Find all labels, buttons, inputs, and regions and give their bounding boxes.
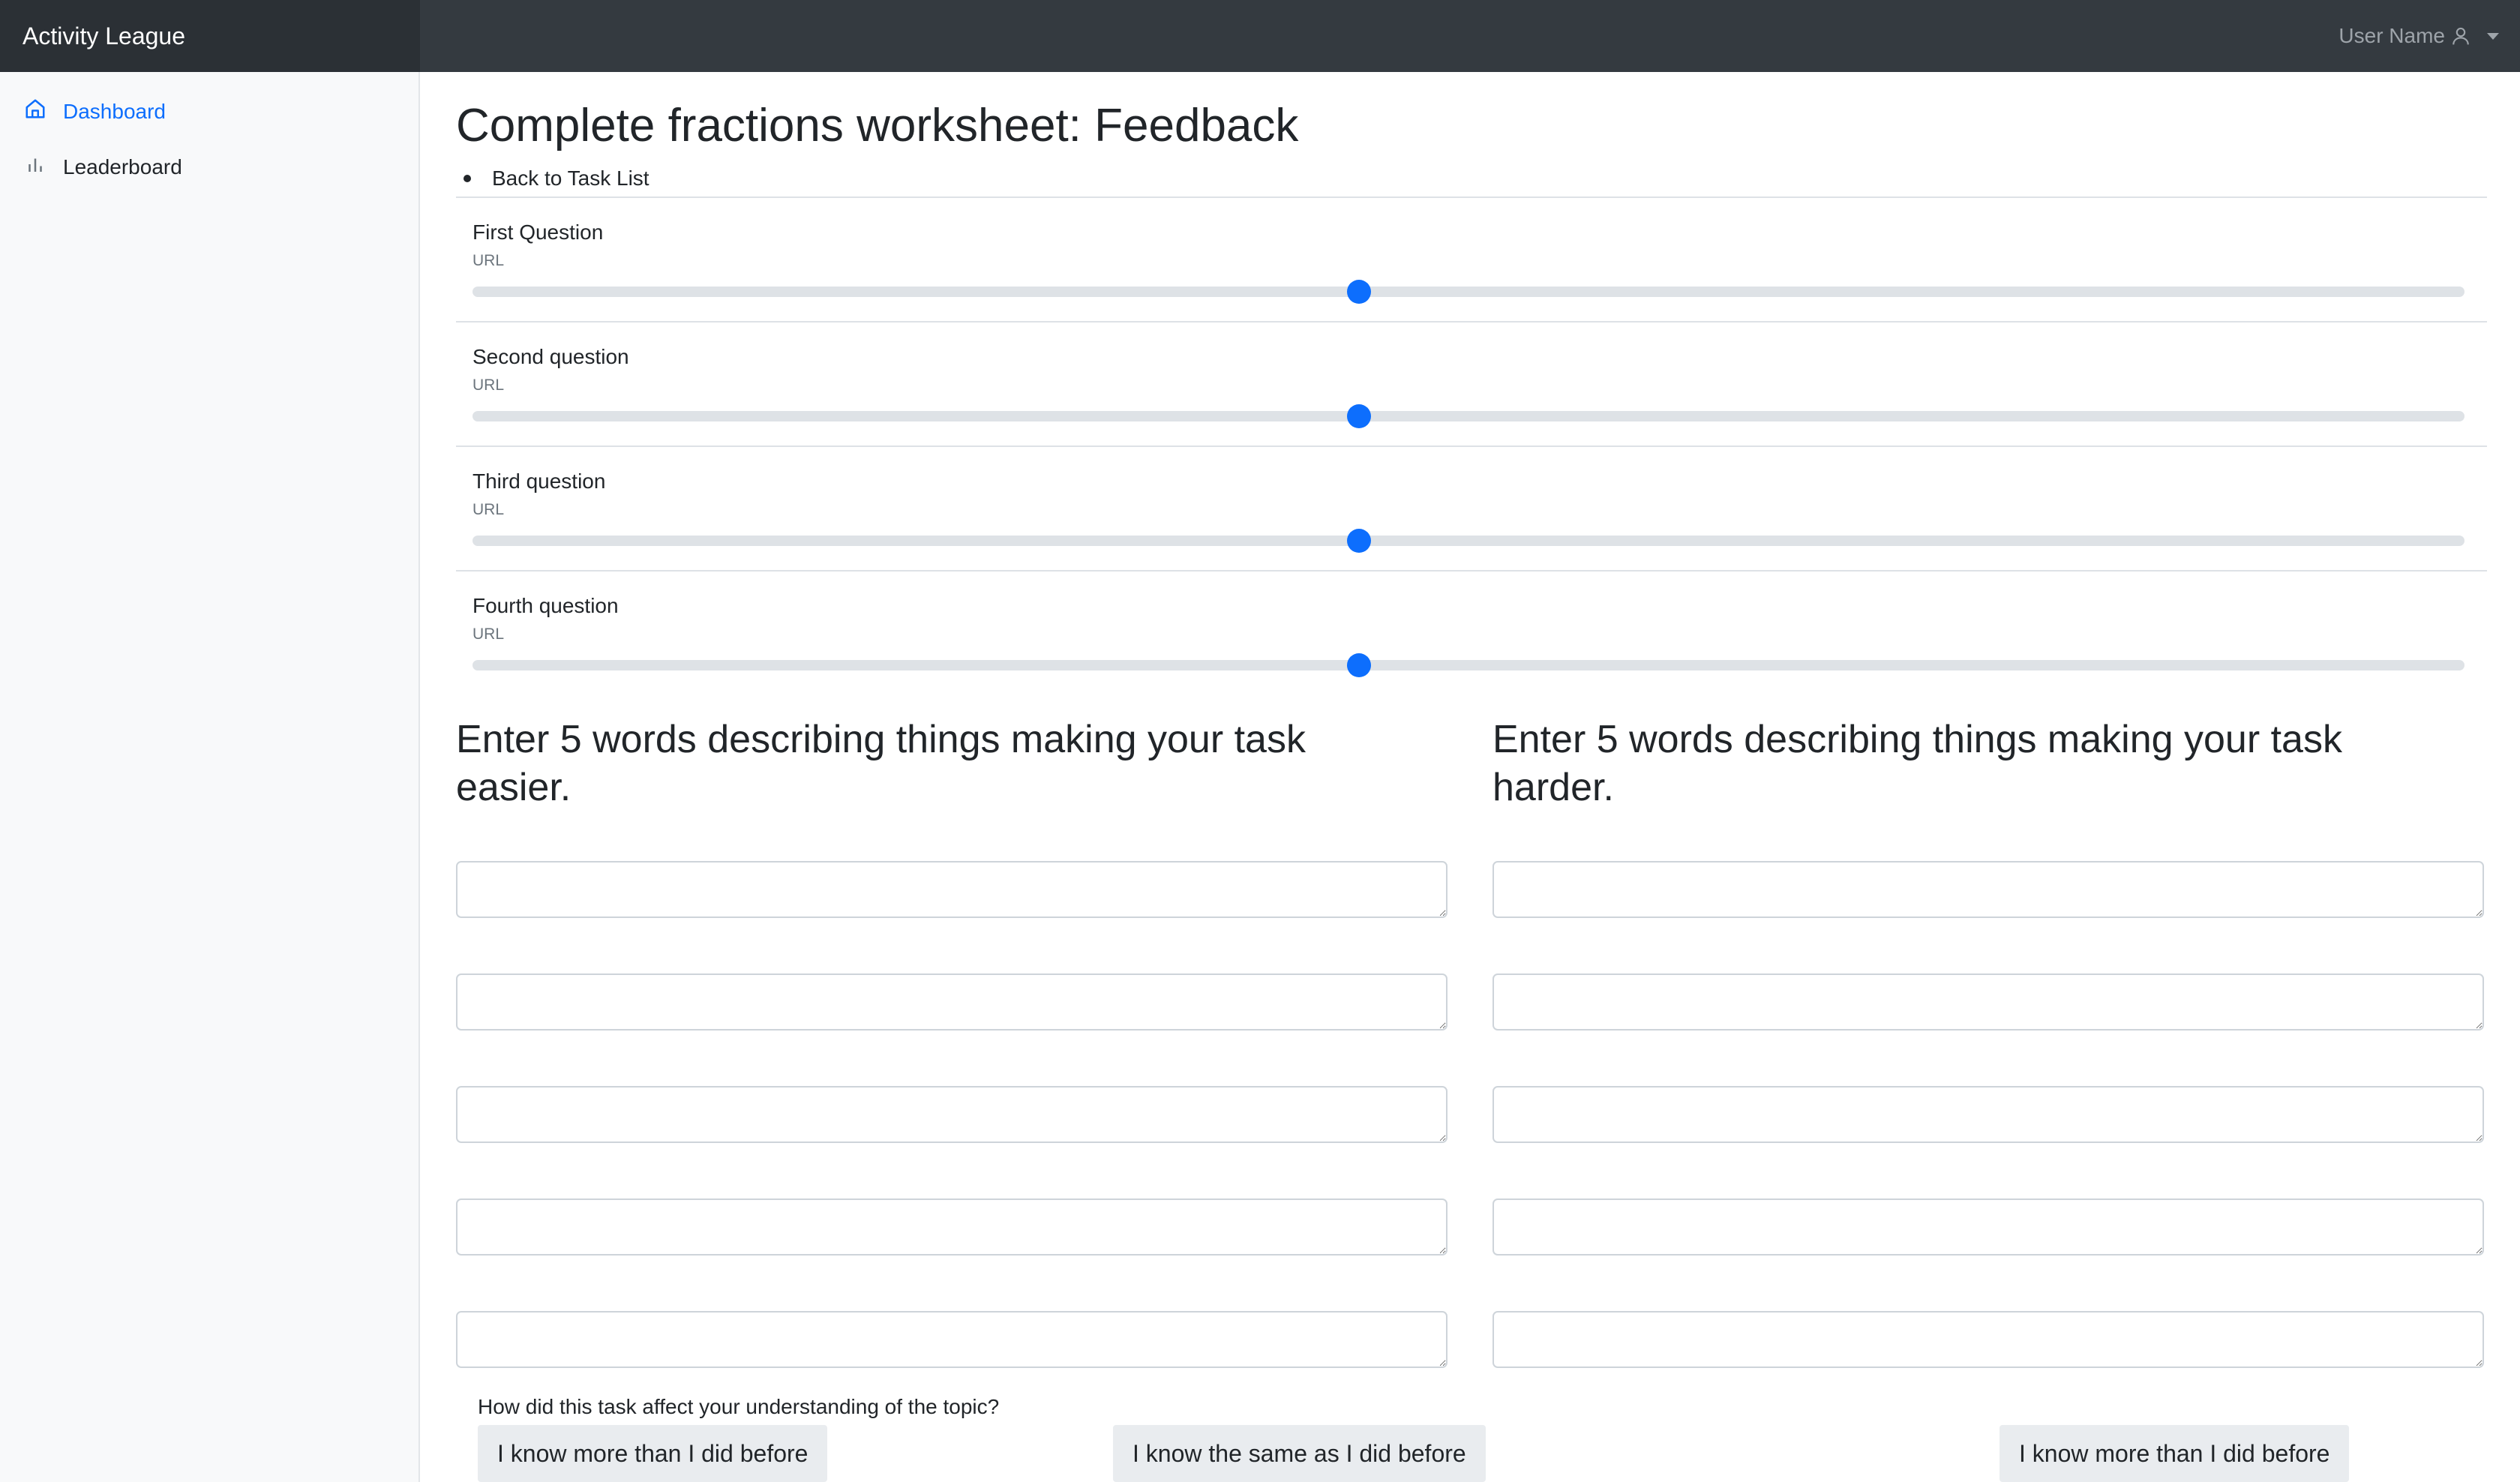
question-label: Fourth question — [472, 594, 619, 617]
house-icon — [24, 98, 46, 125]
slider-thumb[interactable] — [1346, 404, 1371, 428]
harder-word-input-2[interactable] — [1492, 974, 2484, 1030]
sidebar-item-label: Leaderboard — [63, 154, 182, 178]
sidebar-item-label: Dashboard — [63, 99, 166, 123]
question-label: Second question — [472, 345, 629, 368]
main-content: Complete fractions worksheet: Feedback B… — [422, 72, 2520, 1482]
harder-word-input-4[interactable] — [1492, 1198, 2484, 1256]
easier-word-input-5[interactable] — [456, 1311, 1448, 1368]
question-sublabel: URL — [472, 501, 505, 518]
slider-thumb[interactable] — [1346, 280, 1371, 304]
bullet-icon — [464, 175, 471, 182]
question-slider[interactable] — [472, 280, 2464, 304]
brand-link[interactable]: Activity League — [22, 22, 185, 50]
easier-word-input-2[interactable] — [456, 974, 1448, 1030]
question-fourth: Fourth question URL — [456, 570, 2487, 694]
sidebar-item-dashboard[interactable]: Dashboard — [24, 98, 166, 125]
bar-chart-icon — [24, 153, 46, 181]
back-to-task-list-link[interactable]: Back to Task List — [492, 166, 650, 190]
question-second: Second question URL — [456, 321, 2487, 446]
know-more-button-right[interactable]: I know more than I did before — [2000, 1425, 2350, 1482]
question-slider[interactable] — [472, 529, 2464, 553]
page-title: Complete fractions worksheet: Feedback — [456, 100, 1299, 152]
easier-word-input-1[interactable] — [456, 861, 1448, 918]
harder-word-input-5[interactable] — [1492, 1311, 2484, 1368]
question-label: First Question — [472, 220, 604, 244]
harder-word-input-1[interactable] — [1492, 861, 2484, 918]
top-navbar: Activity League User Name — [0, 0, 2520, 72]
know-same-button[interactable]: I know the same as I did before — [1113, 1425, 1486, 1482]
slider-thumb[interactable] — [1346, 529, 1371, 553]
question-label: Third question — [472, 470, 606, 493]
sidebar-item-leaderboard[interactable]: Leaderboard — [24, 153, 182, 181]
question-slider[interactable] — [472, 653, 2464, 677]
person-icon — [2451, 26, 2470, 46]
understanding-prompt: How did this task affect your understand… — [478, 1395, 1000, 1418]
question-slider[interactable] — [472, 404, 2464, 428]
question-sublabel: URL — [472, 252, 505, 269]
question-first: First Question URL — [456, 196, 2487, 321]
question-sublabel: URL — [472, 376, 505, 394]
chevron-down-icon — [2487, 32, 2499, 40]
brand-area: Activity League — [0, 0, 420, 72]
easier-word-input-3[interactable] — [456, 1086, 1448, 1143]
user-name: User Name — [2338, 24, 2445, 47]
user-menu-dropdown[interactable]: User Name — [2338, 0, 2499, 72]
know-more-button[interactable]: I know more than I did before — [478, 1425, 828, 1482]
harder-word-input-3[interactable] — [1492, 1086, 2484, 1143]
question-sublabel: URL — [472, 626, 505, 643]
easier-word-input-4[interactable] — [456, 1198, 1448, 1256]
harder-words-heading: Enter 5 words describing things making y… — [1492, 718, 2342, 809]
easier-words-heading: Enter 5 words describing things making y… — [456, 718, 1306, 809]
slider-thumb[interactable] — [1346, 653, 1371, 677]
back-list: Back to Task List — [456, 166, 650, 190]
sidebar: Dashboard Leaderboard — [0, 72, 420, 1482]
question-third: Third question URL — [456, 446, 2487, 570]
